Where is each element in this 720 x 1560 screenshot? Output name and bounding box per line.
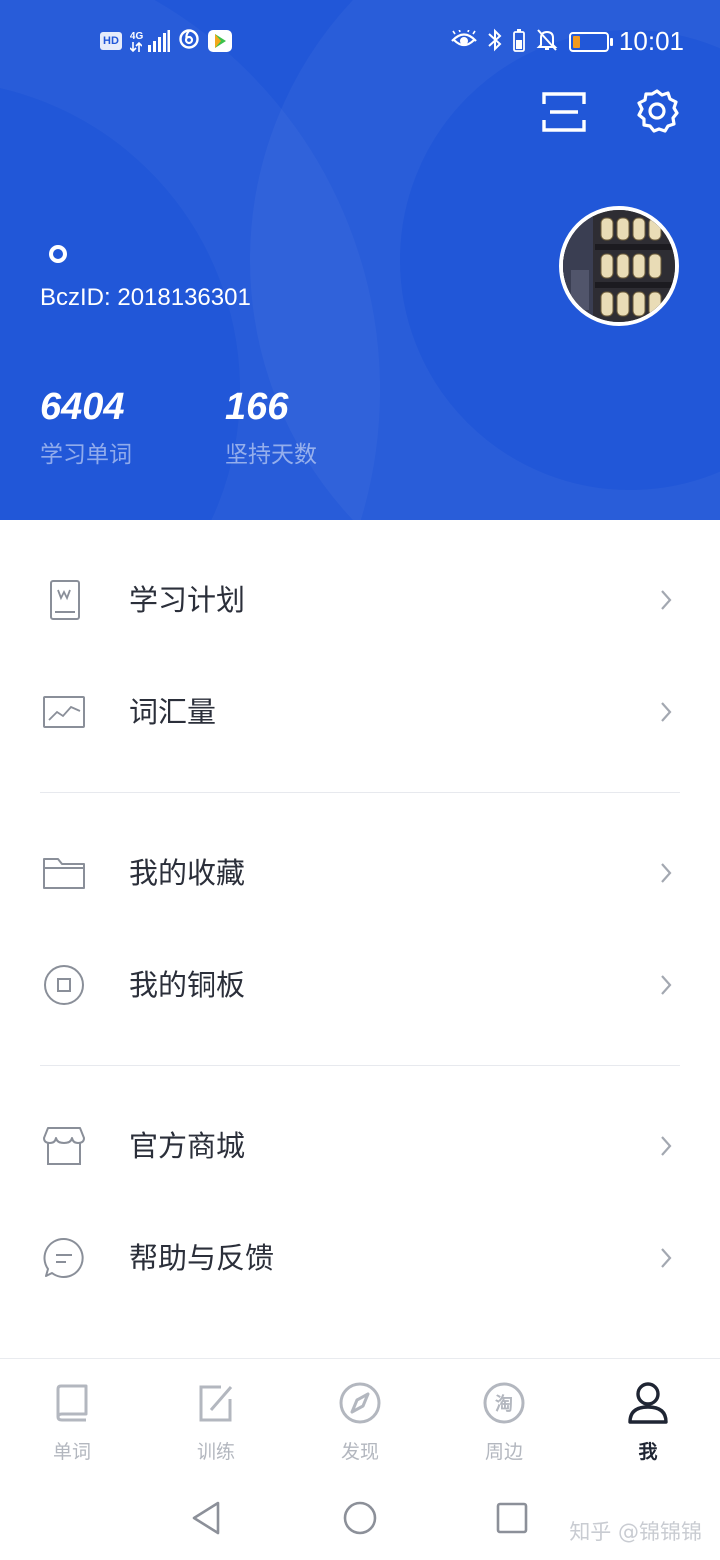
chevron-right-icon xyxy=(656,1244,676,1272)
scan-icon xyxy=(542,92,586,136)
taobao-icon: 淘 xyxy=(480,1379,528,1427)
bottom-tab-bar: 单词 训练 发现 淘 周边 我 xyxy=(0,1358,720,1472)
menu-item-store[interactable]: 官方商城 xyxy=(0,1090,720,1202)
book-icon xyxy=(48,1379,96,1427)
chevron-right-icon xyxy=(656,971,676,999)
settings-icon xyxy=(634,88,680,138)
profile-header: HD 4G 10:01 BczID: 2018136301 6404 学习单词 … xyxy=(0,0,720,520)
watermark: 知乎 @锦锦锦 xyxy=(569,1520,702,1544)
clock: 10:01 xyxy=(618,26,684,56)
bcz-id[interactable]: BczID: 2018136301 xyxy=(40,284,251,312)
svg-text:淘: 淘 xyxy=(495,1393,513,1415)
username-mark xyxy=(49,245,67,263)
recents-button[interactable] xyxy=(492,1500,532,1540)
person-icon xyxy=(624,1379,672,1427)
home-button[interactable] xyxy=(340,1500,380,1540)
music-app-icon xyxy=(178,28,200,54)
stat-label: 坚持天数 xyxy=(225,442,317,468)
vocabulary-chart-icon xyxy=(40,688,88,736)
tab-label: 周边 xyxy=(484,1441,523,1463)
stat-label: 学习单词 xyxy=(40,442,132,468)
chevron-right-icon xyxy=(656,698,676,726)
stat-days[interactable]: 166 坚持天数 xyxy=(225,386,317,469)
tab-label: 单词 xyxy=(52,1441,91,1463)
store-icon xyxy=(40,1122,88,1170)
tab-label: 训练 xyxy=(196,1441,235,1463)
menu-item-coins[interactable]: 我的铜板 xyxy=(0,929,720,1041)
folder-icon xyxy=(40,849,88,897)
menu-item-label: 我的收藏 xyxy=(129,856,246,890)
recents-square-icon xyxy=(495,1501,529,1539)
menu-item-label: 帮助与反馈 xyxy=(129,1241,275,1275)
battery-icon xyxy=(568,31,613,52)
home-circle-icon xyxy=(342,1500,378,1540)
menu-item-vocabulary[interactable]: 词汇量 xyxy=(0,656,720,768)
mute-bell-icon xyxy=(535,28,559,56)
settings-button[interactable] xyxy=(632,88,682,138)
back-button[interactable] xyxy=(186,1500,226,1540)
menu-item-help-feedback[interactable]: 帮助与反馈 xyxy=(0,1202,720,1314)
stat-value: 6404 xyxy=(40,386,125,428)
divider xyxy=(40,792,680,793)
menu-item-label: 词汇量 xyxy=(129,695,217,729)
menu-item-label: 官方商城 xyxy=(129,1129,246,1163)
menu-item-label: 学习计划 xyxy=(129,583,246,617)
eye-icon xyxy=(451,28,477,54)
menu-item-favorites[interactable]: 我的收藏 xyxy=(0,817,720,929)
menu-item-study-plan[interactable]: 学习计划 xyxy=(0,544,720,656)
scan-button[interactable] xyxy=(540,90,588,138)
tab-training[interactable]: 训练 xyxy=(144,1359,288,1473)
chevron-right-icon xyxy=(656,859,676,887)
divider xyxy=(40,1065,680,1066)
chevron-right-icon xyxy=(656,586,676,614)
status-bar: HD 4G 10:01 xyxy=(0,0,720,84)
tab-words[interactable]: 单词 xyxy=(0,1359,144,1473)
tab-me[interactable]: 我 xyxy=(576,1359,720,1473)
signal-icon: 4G xyxy=(129,30,171,52)
hd-badge: HD xyxy=(100,32,122,50)
avatar[interactable] xyxy=(559,206,679,326)
network-type: 4G xyxy=(129,31,144,42)
coin-icon xyxy=(40,961,88,1009)
avatar-image xyxy=(563,210,675,322)
stat-value: 166 xyxy=(225,386,289,428)
tab-label: 发现 xyxy=(340,1441,379,1463)
system-nav-bar: 知乎 @锦锦锦 xyxy=(0,1472,720,1560)
tab-discover[interactable]: 发现 xyxy=(288,1359,432,1473)
bluetooth-icon xyxy=(487,28,503,56)
menu-item-label: 我的铜板 xyxy=(129,968,246,1002)
tab-nearby[interactable]: 淘 周边 xyxy=(432,1359,576,1473)
back-triangle-icon xyxy=(190,1500,222,1540)
compass-icon xyxy=(336,1379,384,1427)
study-plan-icon xyxy=(40,576,88,624)
battery-small-icon xyxy=(513,28,525,56)
stat-words[interactable]: 6404 学习单词 xyxy=(40,386,132,469)
video-app-icon xyxy=(208,30,233,52)
edit-icon xyxy=(192,1379,240,1427)
tab-label: 我 xyxy=(638,1441,658,1463)
chat-bubble-icon xyxy=(40,1234,88,1282)
chevron-right-icon xyxy=(656,1132,676,1160)
